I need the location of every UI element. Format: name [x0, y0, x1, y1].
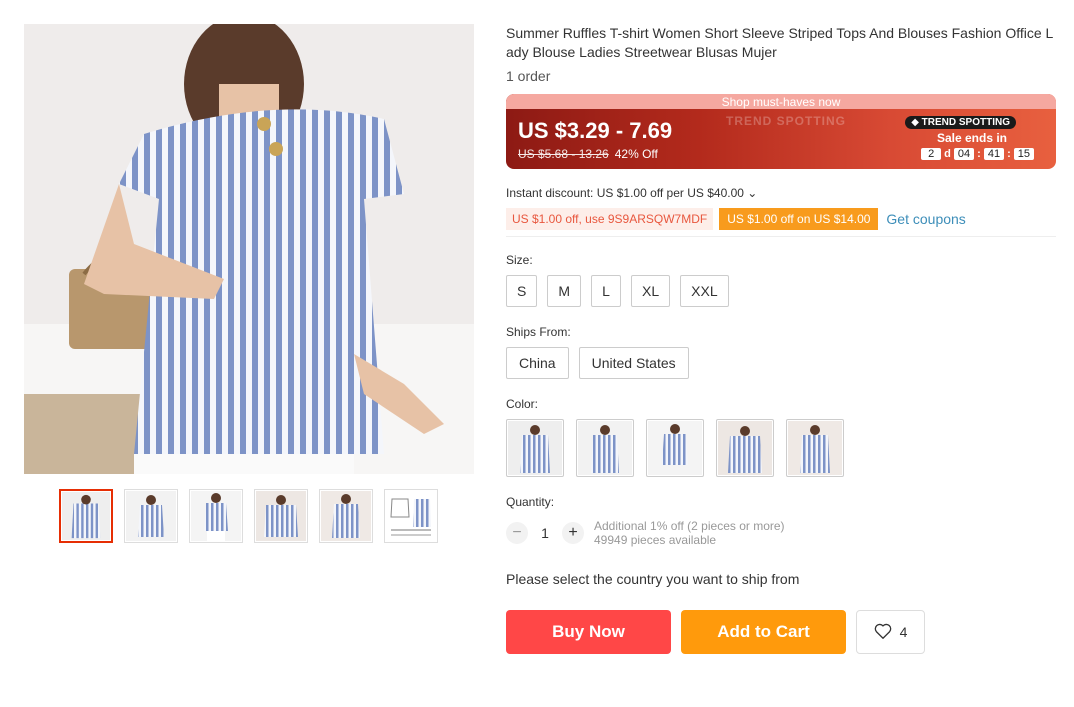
ships-from-section: Ships From: China United States: [506, 325, 1056, 379]
thumbnail-3[interactable]: [189, 489, 243, 543]
timer-seconds: 15: [1013, 148, 1034, 160]
quantity-section: Quantity: − 1 + Additional 1% off (2 pie…: [506, 495, 1056, 547]
timer-hours: 04: [953, 148, 975, 160]
color-label: Color:: [506, 397, 539, 411]
size-option-xxl[interactable]: XXL: [680, 275, 729, 307]
coupon-row: US $1.00 off, use 9S9ARSQW7MDF US $1.00 …: [506, 208, 1056, 230]
color-option-5[interactable]: [786, 419, 844, 477]
discount-percent: 42% Off: [614, 147, 658, 161]
ships-from-china[interactable]: China: [506, 347, 569, 379]
caret-down-icon: ⌄: [747, 186, 758, 200]
wishlist-button[interactable]: 4: [856, 610, 925, 654]
quantity-info: Additional 1% off (2 pieces or more) 499…: [594, 519, 785, 547]
color-option-3[interactable]: [646, 419, 704, 477]
wishlist-count: 4: [899, 624, 908, 640]
trend-spotting-label: TREND SPOTTING: [921, 117, 1010, 128]
thumbnail-6[interactable]: [384, 489, 438, 543]
instant-discount[interactable]: Instant discount: US $1.00 off per US $4…: [506, 186, 1056, 200]
ships-from-options: China United States: [506, 347, 1056, 379]
original-price-row: US $5.68 - 13.26 42% Off: [518, 147, 658, 161]
size-option-s[interactable]: S: [506, 275, 538, 307]
buy-now-button[interactable]: Buy Now: [506, 610, 671, 654]
timer-sep: :: [1007, 148, 1011, 160]
thumbnail-5[interactable]: [319, 489, 373, 543]
color-section: Color:: [506, 397, 1056, 477]
product-info: Summer Ruffles T-shirt Women Short Sleev…: [506, 24, 1056, 654]
size-option-xl[interactable]: XL: [631, 275, 671, 307]
original-price: US $5.68 - 13.26: [518, 147, 609, 161]
divider: [506, 236, 1056, 237]
quantity-available: 49949 pieces available: [594, 533, 717, 547]
color-options: [506, 419, 1056, 477]
store-coupon[interactable]: US $1.00 off on US $14.00: [719, 208, 879, 230]
ships-from-united-states[interactable]: United States: [578, 347, 689, 379]
size-options: S M L XL XXL: [506, 275, 1056, 307]
ships-from-label: Ships From:: [506, 325, 571, 339]
color-option-2[interactable]: [576, 419, 634, 477]
size-label: Size:: [506, 253, 533, 267]
add-to-cart-button[interactable]: Add to Cart: [681, 610, 846, 654]
quantity-stepper: − 1 + Additional 1% off (2 pieces or mor…: [506, 519, 1056, 547]
ship-from-note: Please select the country you want to sh…: [506, 571, 800, 587]
quantity-promo: Additional 1% off (2 pieces or more): [594, 519, 785, 533]
banner-watermark: TREND SPOTTING: [726, 114, 847, 128]
timer-sep: :: [977, 148, 981, 160]
banner-header: Shop must-haves now: [721, 95, 841, 109]
quantity-value[interactable]: 1: [528, 525, 562, 541]
product-title: Summer Ruffles T-shirt Women Short Sleev…: [506, 25, 1054, 60]
get-coupons-link[interactable]: Get coupons: [886, 211, 965, 227]
quantity-label: Quantity:: [506, 495, 555, 509]
thumbnail-strip: [59, 489, 438, 543]
current-price: US $3.29 - 7.69: [518, 118, 673, 143]
countdown-timer: 2 d 04 : 41 : 15: [921, 148, 1034, 160]
plus-icon[interactable]: +: [562, 522, 584, 544]
timer-minutes: 41: [983, 148, 1005, 160]
trend-spotting-tag: ◆ TREND SPOTTING: [905, 116, 1016, 129]
thumbnail-4[interactable]: [254, 489, 308, 543]
coupon-code[interactable]: US $1.00 off, use 9S9ARSQW7MDF: [506, 208, 714, 230]
sale-ends-label: Sale ends in: [936, 131, 1007, 145]
promo-banner[interactable]: Shop must-haves now TREND SPOTTING US $3…: [506, 94, 1056, 169]
color-option-4[interactable]: [716, 419, 774, 477]
size-option-l[interactable]: L: [591, 275, 622, 307]
action-buttons: Buy Now Add to Cart 4: [506, 610, 1056, 654]
minus-icon[interactable]: −: [506, 522, 528, 544]
size-option-m[interactable]: M: [547, 275, 582, 307]
timer-days: 2: [921, 148, 942, 160]
product-main-image[interactable]: [24, 24, 474, 474]
thumbnail-1[interactable]: [59, 489, 113, 543]
thumbnail-2[interactable]: [124, 489, 178, 543]
instant-discount-text: Instant discount: US $1.00 off per US $4…: [506, 186, 744, 200]
timer-days-label: d: [944, 148, 951, 160]
color-option-1[interactable]: [506, 419, 564, 477]
order-count: 1 order: [506, 68, 551, 84]
heart-icon: [874, 623, 892, 642]
size-section: Size: S M L XL XXL: [506, 253, 1056, 307]
